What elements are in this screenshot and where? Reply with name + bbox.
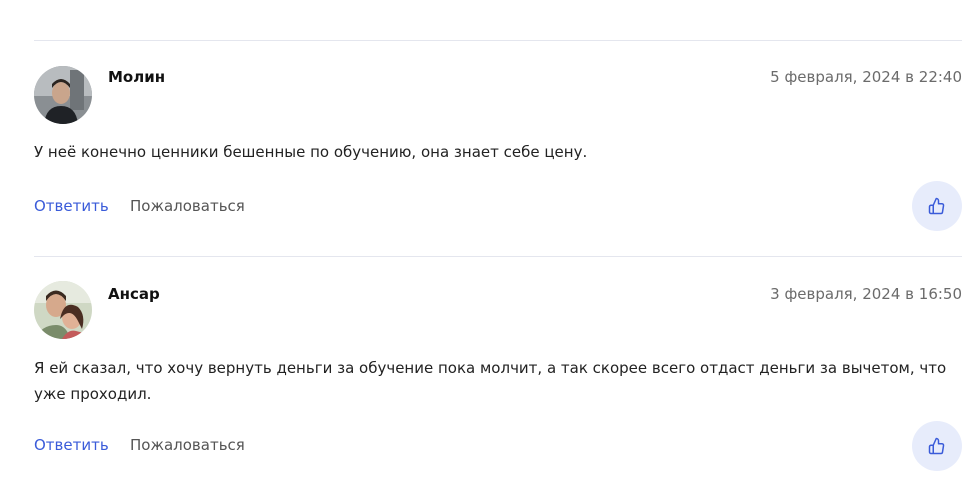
comment-date: 5 февраля, 2024 в 22:40 xyxy=(770,68,962,86)
comment-text: Я ей сказал, что хочу вернуть деньги за … xyxy=(34,359,947,403)
comment-date: 3 февраля, 2024 в 16:50 xyxy=(770,285,962,303)
like-button[interactable] xyxy=(912,421,962,471)
divider-top xyxy=(34,40,962,41)
comment-author[interactable]: Молин xyxy=(108,68,165,86)
like-button[interactable] xyxy=(912,181,962,231)
user-photo-avatar-icon xyxy=(34,281,92,339)
thumbs-up-icon xyxy=(928,437,945,455)
report-button[interactable]: Пожаловаться xyxy=(130,436,245,454)
comment-author[interactable]: Ансар xyxy=(108,285,160,303)
divider-middle xyxy=(34,256,962,257)
avatar[interactable] xyxy=(34,66,92,124)
user-photo-avatar-icon xyxy=(34,66,92,124)
comment-text: У неё конечно ценники бешенные по обучен… xyxy=(34,143,588,161)
reply-button[interactable]: Ответить xyxy=(34,436,109,454)
report-button[interactable]: Пожаловаться xyxy=(130,197,245,215)
avatar[interactable] xyxy=(34,281,92,339)
thumbs-up-icon xyxy=(928,197,945,215)
reply-button[interactable]: Ответить xyxy=(34,197,109,215)
comment-item: Ансар 3 февраля, 2024 в 16:50 Я ей сказа… xyxy=(34,281,962,476)
comment-item: Молин 5 февраля, 2024 в 22:40 У неё коне… xyxy=(34,64,962,234)
